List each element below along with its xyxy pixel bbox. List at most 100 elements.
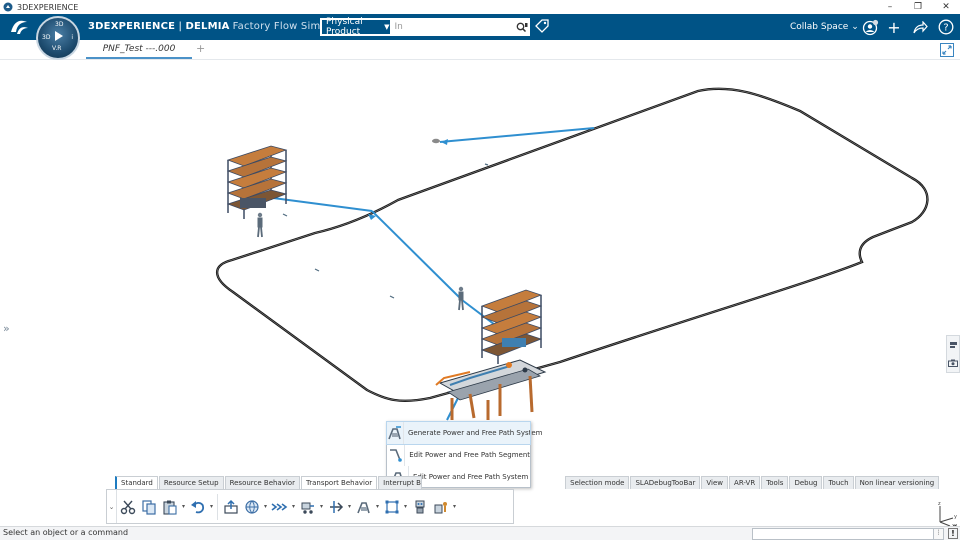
operator-icon[interactable] <box>430 495 451 519</box>
transfer-dropdown-icon[interactable]: ▾ <box>346 503 353 510</box>
bounding-box-icon[interactable] <box>381 495 402 519</box>
expand-viewport-button[interactable] <box>940 43 954 57</box>
flow-arrows-icon[interactable] <box>269 495 290 519</box>
svg-text:?: ? <box>943 23 948 34</box>
layers-icon[interactable] <box>947 336 959 354</box>
share-icon[interactable] <box>911 18 929 36</box>
globe-dropdown-icon[interactable]: ▾ <box>262 503 269 510</box>
brand-separator: | <box>175 21 186 32</box>
compass-east[interactable]: i <box>71 34 73 41</box>
window-title: 3DEXPERIENCE <box>17 2 79 12</box>
menu-item-generate-path-system[interactable]: Generate Power and Free Path System <box>386 421 543 445</box>
generate-path-icon <box>387 422 404 444</box>
menu-item-label: Edit Power and Free Path Segment <box>409 451 530 459</box>
tab-interrupt-behavior[interactable]: Interrupt Beh <box>378 476 423 489</box>
undo-icon[interactable] <box>187 495 208 519</box>
search-scope-label: Physical Product <box>326 17 363 37</box>
ds-logo-icon <box>11 20 28 34</box>
new-tab-button[interactable]: + <box>196 42 205 55</box>
tab-non-linear-versioning[interactable]: Non linear versioning <box>854 476 940 489</box>
menu-item-edit-path-segment[interactable]: Edit Power and Free Path Segment <box>387 444 530 466</box>
conveyor-dropdown-icon[interactable]: ▾ <box>318 503 325 510</box>
worker-figure-2[interactable] <box>458 286 464 311</box>
action-bar: ⌄ ▾ ▾ ▾ ▾ ▾ ▾ ▾ ▾ ▾ <box>106 489 514 524</box>
paste-icon[interactable] <box>159 495 180 519</box>
conveyor-icon[interactable] <box>297 495 318 519</box>
tab-resource-setup[interactable]: Resource Setup <box>158 476 224 489</box>
power-free-path-icon[interactable] <box>353 495 374 519</box>
power-free-loop-path[interactable] <box>215 87 929 403</box>
robot-icon[interactable] <box>409 495 430 519</box>
path-endpoint[interactable] <box>432 138 440 144</box>
tab-ar-vr[interactable]: AR-VR <box>729 476 761 489</box>
brand-3dexperience: 3DEXPERIENCE <box>88 21 176 32</box>
bbox-dropdown-icon[interactable]: ▾ <box>402 503 409 510</box>
export-icon[interactable] <box>220 495 241 519</box>
copy-icon[interactable] <box>138 495 159 519</box>
path-arrow-icon <box>441 139 448 145</box>
tab-selection-mode[interactable]: Selection mode <box>565 476 630 489</box>
search-bar: Physical Product ▼ <box>320 17 530 37</box>
app-header: 3DEXPERIENCE | DELMIA Factory Flow Simula… <box>0 14 960 40</box>
add-icon[interactable]: + <box>885 18 903 37</box>
operator-dropdown-icon[interactable]: ▾ <box>451 503 458 510</box>
brand-delmia: DELMIA <box>185 21 230 32</box>
status-bar: Select an object or a command ⋮ ! <box>0 526 960 540</box>
collab-space-selector[interactable]: Collab Space ⌄ <box>790 22 859 32</box>
app-icon <box>3 2 13 12</box>
tab-standard[interactable]: Standard <box>115 476 158 489</box>
play-icon[interactable] <box>55 31 63 41</box>
help-icon[interactable]: ? <box>937 18 955 36</box>
worker-figure-1[interactable] <box>257 212 263 238</box>
tab-resource-behavior[interactable]: Resource Behavior <box>224 476 300 489</box>
paste-dropdown-icon[interactable]: ▾ <box>180 503 187 510</box>
minimize-button[interactable]: – <box>876 0 904 14</box>
transfer-icon[interactable] <box>325 495 346 519</box>
collab-space-label: Collab Space <box>790 22 849 32</box>
assembly-station[interactable] <box>435 359 547 420</box>
storage-rack-2[interactable] <box>480 289 543 364</box>
restore-button[interactable]: ❐ <box>904 0 932 14</box>
path-dropdown-icon[interactable]: ▾ <box>374 503 381 510</box>
close-button[interactable]: ✕ <box>932 0 960 14</box>
network-globe-icon[interactable] <box>241 495 262 519</box>
document-tab-bar: PNF_Test ---.000 + <box>0 40 960 60</box>
chevron-down-icon: ▼ <box>384 23 390 31</box>
edit-segment-icon <box>387 444 406 466</box>
action-bar-tabs: Standard Resource Setup Resource Behavio… <box>115 476 940 489</box>
action-bar-collapse-icon[interactable]: ⌄ <box>107 490 117 523</box>
panel-expand-chevron-icon[interactable]: » <box>3 322 10 335</box>
chevron-down-icon: ⌄ <box>851 22 859 32</box>
side-toolbar <box>946 335 960 373</box>
expand-icon <box>942 45 952 55</box>
user-profile-icon[interactable] <box>861 18 879 36</box>
storage-rack-1[interactable] <box>226 145 288 219</box>
cut-icon[interactable] <box>117 495 138 519</box>
search-input[interactable] <box>390 19 515 35</box>
svg-text:z: z <box>938 501 941 507</box>
compass-north[interactable]: 3D <box>55 21 63 28</box>
tab-view[interactable]: View <box>701 476 729 489</box>
compass-widget[interactable]: 3D 3D i V.R <box>36 16 80 60</box>
warning-icon[interactable]: ! <box>948 528 958 539</box>
tag-icon[interactable] <box>535 19 549 33</box>
command-history-icon[interactable]: ⋮ <box>934 528 944 540</box>
svg-text:y: y <box>954 514 957 520</box>
camera-icon[interactable] <box>947 354 959 372</box>
search-icon[interactable] <box>515 19 529 35</box>
compass-south[interactable]: V.R <box>52 45 61 52</box>
command-input[interactable] <box>752 528 934 540</box>
undo-dropdown-icon[interactable]: ▾ <box>208 503 215 510</box>
tab-tools[interactable]: Tools <box>761 476 789 489</box>
tab-debug[interactable]: Debug <box>789 476 823 489</box>
flow-dropdown-icon[interactable]: ▾ <box>290 503 297 510</box>
window-title-bar: 3DEXPERIENCE – ❐ ✕ <box>0 0 960 14</box>
tab-touch[interactable]: Touch <box>823 476 854 489</box>
tab-sla-debug-toolbar[interactable]: SLADebugTooBar <box>630 476 701 489</box>
status-message: Select an object or a command <box>3 528 129 537</box>
compass-west[interactable]: 3D <box>42 34 50 41</box>
transport-paths[interactable] <box>257 127 595 421</box>
tab-transport-behavior[interactable]: Transport Behavior <box>300 476 378 489</box>
search-scope-dropdown[interactable]: Physical Product ▼ <box>321 17 391 37</box>
tab-pnf-test[interactable]: PNF_Test ---.000 <box>86 42 192 59</box>
